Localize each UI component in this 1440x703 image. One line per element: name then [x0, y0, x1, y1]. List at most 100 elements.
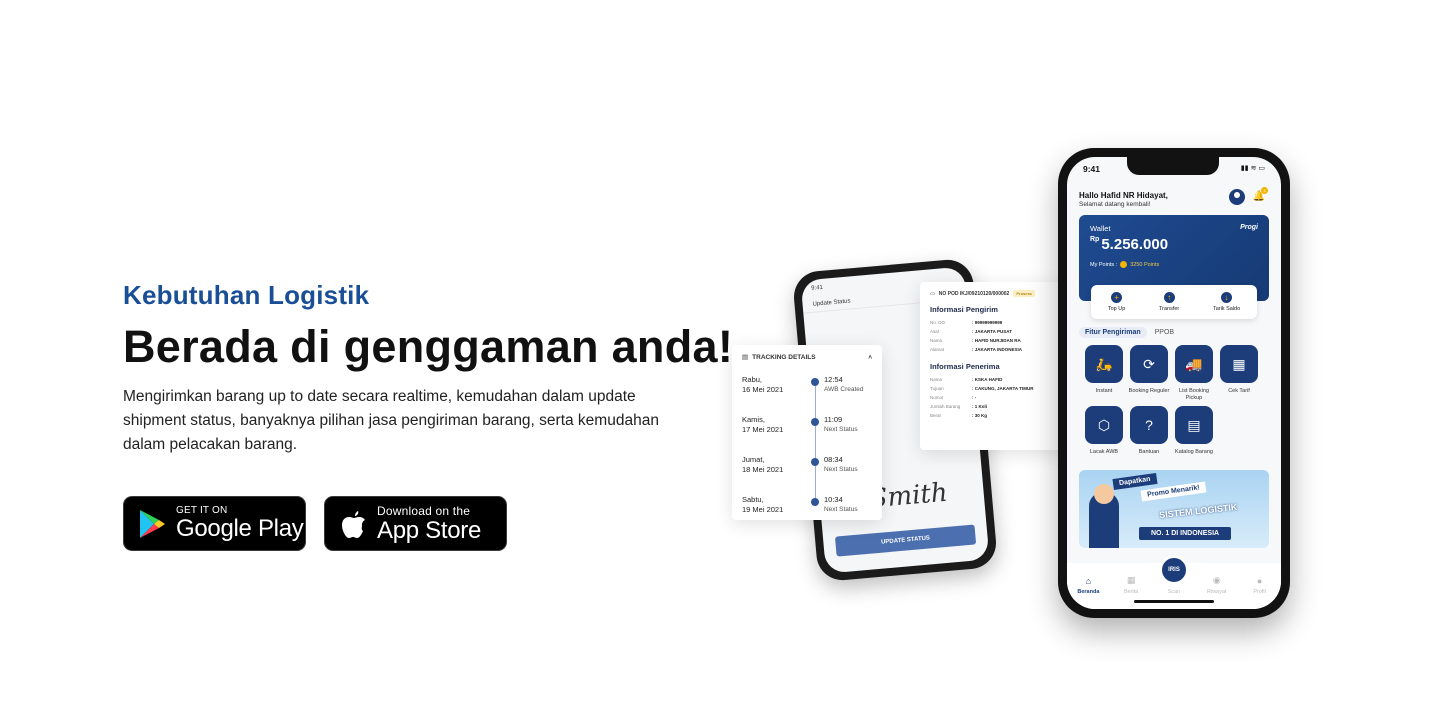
- nav-profil[interactable]: ● Profil: [1245, 576, 1275, 595]
- cek-tarif-icon: ▦: [1220, 345, 1258, 383]
- feature-label: Bantuan: [1138, 449, 1160, 455]
- info-value: : -: [972, 395, 977, 400]
- chevron-up-icon[interactable]: ˄: [868, 354, 872, 361]
- greeting-name: Hallo Hafid NR Hidayat,: [1079, 191, 1168, 200]
- home-indicator: [1134, 600, 1214, 603]
- tracking-time: 10:34: [824, 495, 843, 504]
- info-key: Jumlah Barang: [930, 404, 961, 409]
- points-label: My Points :: [1090, 261, 1118, 268]
- wallet-action-label: Top Up: [1107, 306, 1126, 312]
- tracking-time: 12:54: [824, 375, 843, 384]
- tracking-list: Rabu, 16 Mei 2021 12:54 AWB Created Kamis, 17…: [742, 375, 872, 535]
- feature-instant[interactable]: 🛵 Instant: [1083, 345, 1125, 402]
- info-key: Alamat: [930, 347, 945, 352]
- nav-beranda-icon: ⌂: [1085, 576, 1092, 586]
- tracking-status: 08:34 Next Status: [824, 455, 858, 495]
- info-key: Nomor: [930, 395, 944, 400]
- feature-tabs: Fitur Pengiriman PPOB: [1079, 327, 1174, 338]
- feature-label: Booking Reguler: [1128, 388, 1170, 394]
- nav-berita[interactable]: ▦ Berita: [1116, 575, 1146, 595]
- tab-ppob[interactable]: PPOB: [1155, 327, 1174, 338]
- tracking-item: Kamis, 17 Mei 2021 11:09 Next Status: [742, 415, 872, 455]
- wallet-action-tarik-saldo[interactable]: ↓ Tarik Saldo: [1213, 292, 1240, 312]
- info-row: Jumlah Barang: 1 Koli: [930, 402, 1060, 411]
- tracking-date: Kamis, 17 Mei 2021: [742, 415, 802, 455]
- list-booking-icon: 🚚: [1175, 345, 1213, 383]
- info-row: Berat: 30 Kg: [930, 411, 1060, 420]
- booking-reguler-icon: ⟳: [1130, 345, 1168, 383]
- feature-list-booking-pickup[interactable]: 🚚 List Booking Pickup: [1173, 345, 1215, 402]
- tracking-item: Sabtu, 19 Mei 2021 10:34 Next Status: [742, 495, 872, 535]
- feature-grid: 🛵 Instant ⟳ Booking Reguler 🚚 List Booking Pi…: [1083, 345, 1271, 463]
- info-row: Alamat : JAKARTA INDONESIA: [930, 345, 1060, 354]
- nav-beranda[interactable]: ⌂ Beranda: [1073, 576, 1103, 595]
- info-row: Nama: HAFID NURJIDAN RA: [930, 336, 1060, 345]
- clipboard-icon: ▤: [742, 354, 749, 361]
- coin-icon: [1120, 261, 1128, 268]
- tracking-dot: [811, 418, 819, 426]
- tracking-item: Rabu, 16 Mei 2021 12:54 AWB Created: [742, 375, 872, 415]
- tracking-date-value: 16 Mei 2021: [742, 385, 784, 394]
- promo-banner[interactable]: Dapatkan Promo Menarik! SISTEM LOGISTIK …: [1079, 470, 1269, 548]
- avatar-icon[interactable]: [1229, 189, 1245, 205]
- wallet-label: Wallet: [1090, 224, 1111, 233]
- feature-label: List Booking Pickup: [1179, 388, 1209, 401]
- hero-kicker: Kebutuhan Logistik: [123, 280, 370, 310]
- scan-button[interactable]: IRIS: [1159, 555, 1189, 585]
- tracking-time: 08:34: [824, 455, 843, 464]
- google-play-icon: [140, 509, 165, 538]
- feature-bantuan[interactable]: ? Bantuan: [1128, 406, 1170, 463]
- wallet-actions: + Top Up ↑ Transfer ↓ Tarik Saldo: [1091, 285, 1257, 319]
- nav-label: Beranda: [1077, 589, 1100, 595]
- pod-status-badge: Prosess: [1013, 290, 1035, 297]
- tracking-status: 11:09 Next Status: [824, 415, 858, 455]
- pod-id: NO POD IKJ/09210120/000002: [938, 290, 1010, 297]
- nav-riwayat[interactable]: ◉ Riwayat: [1202, 575, 1232, 595]
- feature-lacak-awb[interactable]: ⬡ Lacak AWB: [1083, 406, 1125, 463]
- tracking-dot: [811, 498, 819, 506]
- tracking-status-text: AWB Created: [824, 386, 864, 393]
- info-value: : KSKA HAFID: [972, 377, 1003, 382]
- info-key: Nama: [930, 338, 943, 343]
- wallet-action-top-up[interactable]: + Top Up: [1108, 292, 1125, 312]
- tracking-date-value: 19 Mei 2021: [742, 505, 784, 514]
- katalog-icon: ▤: [1175, 406, 1213, 444]
- nav-profil-icon: ●: [1256, 576, 1263, 586]
- bantuan-icon: ?: [1130, 406, 1168, 444]
- greeting: Hallo Hafid NR Hidayat, Selamat datang k…: [1079, 191, 1168, 208]
- nav-berita-icon: ▦: [1126, 575, 1136, 585]
- wallet-action-transfer[interactable]: ↑ Transfer: [1159, 292, 1179, 312]
- hero-description: Mengirimkan barang up to date secara rea…: [123, 388, 659, 453]
- banner-title: SISTEM LOGISTIK: [1158, 501, 1238, 521]
- tracking-status-text: Next Status: [824, 506, 858, 513]
- feature-booking-reguler[interactable]: ⟳ Booking Reguler: [1128, 345, 1170, 402]
- tracking-title: TRACKING DETAILS: [752, 353, 816, 361]
- app-store-small-text: Download on the: [377, 503, 471, 518]
- info-value: : JAKARTA PUSAT: [972, 329, 1012, 334]
- points-value: 3250 Points: [1130, 261, 1160, 268]
- wallet-action-icon: +: [1111, 292, 1123, 303]
- wallet-brand: Progi: [1240, 224, 1258, 231]
- tracking-status-text: Next Status: [824, 426, 858, 433]
- phone-notch: [1127, 157, 1219, 175]
- app-store-big-text: App Store: [377, 516, 482, 544]
- info-row: Tujuan: CAKUNG, JAKARTA TIMUR: [930, 384, 1060, 393]
- feature-cek-tarif[interactable]: ▦ Cek Tarif: [1218, 345, 1260, 402]
- feature-label: Cek Tarif: [1228, 388, 1250, 394]
- info-row: Nama : KSKA HAFID: [930, 375, 1060, 384]
- info-value: : JAKARTA INDONESIA: [972, 347, 1023, 352]
- tracking-date: Rabu, 16 Mei 2021: [742, 375, 802, 415]
- document-icon: ▭: [930, 290, 935, 297]
- feature-label: Katalog Barang: [1175, 449, 1213, 455]
- nav-scan[interactable]: Scan: [1159, 586, 1189, 595]
- banner-tag-1: Dapatkan: [1112, 473, 1158, 490]
- google-play-button[interactable]: GET IT ON Google Play: [123, 496, 306, 551]
- app-store-button[interactable]: Download on the App Store: [324, 496, 507, 551]
- info-key: Nama: [930, 377, 943, 382]
- front-phone-screen: 9:41 ▮▮ ≋ ▭ Hallo Hafid NR Hidayat, Sela…: [1067, 157, 1281, 609]
- tracking-date-value: 17 Mei 2021: [742, 425, 784, 434]
- info-key: Berat: [930, 413, 941, 418]
- wallet-balance: 5.256.000: [1101, 236, 1169, 253]
- tab-fitur-pengiriman[interactable]: Fitur Pengiriman: [1079, 327, 1147, 338]
- feature-katalog-barang[interactable]: ▤ Katalog Barang: [1173, 406, 1215, 463]
